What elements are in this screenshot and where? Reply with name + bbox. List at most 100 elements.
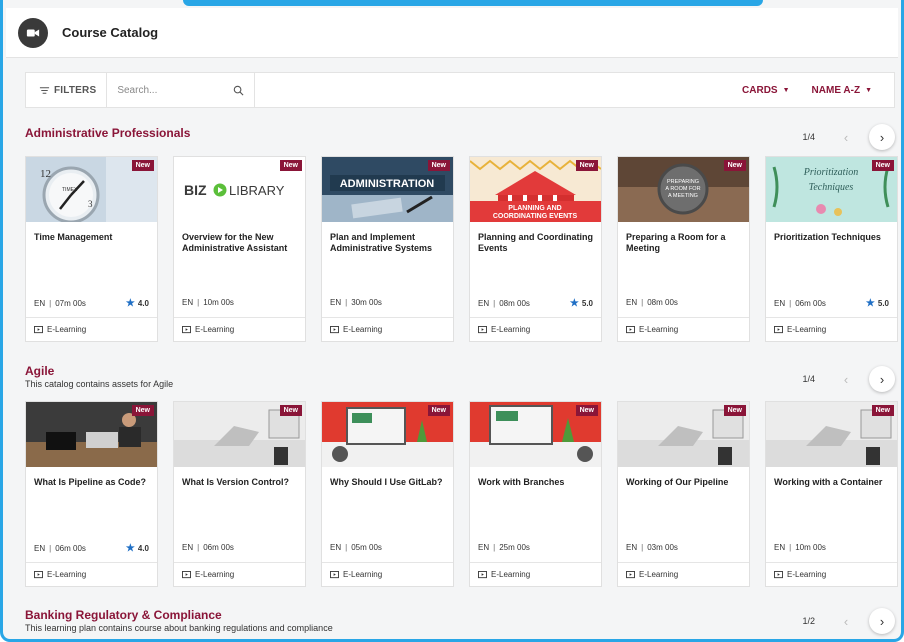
svg-text:COORDINATING EVENTS: COORDINATING EVENTS [493, 213, 578, 220]
course-card[interactable]: New What Is Version Control? EN | 06m 00s… [173, 401, 306, 587]
search-icon[interactable] [233, 85, 244, 96]
course-rating: ★ 4.0 [126, 543, 149, 554]
course-card[interactable]: PLANNING AND COORDINATING EVENTS New Pla… [469, 156, 602, 342]
course-language: EN [182, 543, 194, 552]
section-pager: 1/4 ‹ › [802, 366, 895, 392]
elearning-icon [626, 570, 635, 578]
course-duration: 30m 00s [351, 298, 382, 307]
course-type: E-Learning [174, 317, 305, 341]
new-badge: New [871, 160, 894, 171]
course-card[interactable]: New Why Should I Use GitLab? EN | 05m 00s… [321, 401, 454, 587]
course-rating: ★ 5.0 [866, 298, 889, 309]
course-type: E-Learning [470, 317, 601, 341]
elearning-icon [34, 325, 43, 333]
page-count: 1/4 [802, 374, 815, 384]
course-card[interactable]: ADMINISTRATION New Plan and Implement Ad… [321, 156, 454, 342]
catalog-toolbar: FILTERS CARDS ▼ NAME A-Z ▼ [25, 72, 895, 108]
new-badge: New [723, 405, 746, 416]
new-badge: New [427, 405, 450, 416]
previous-page-button[interactable]: ‹ [833, 608, 859, 634]
course-card[interactable]: 12 TIMEX 3 New Time Management EN | 07m 0… [25, 156, 158, 342]
svg-text:PLANNING AND: PLANNING AND [508, 205, 561, 212]
elearning-icon [774, 325, 783, 333]
filter-icon [39, 86, 50, 94]
course-duration: 06m 00s [795, 299, 826, 308]
section-agile: Agile This catalog contains assets for A… [25, 364, 898, 594]
section-description: This catalog contains assets for Agile [25, 379, 174, 389]
course-type: E-Learning [322, 562, 453, 586]
course-duration: 10m 00s [795, 543, 826, 552]
course-title: Planning and Coordinating Events [478, 232, 593, 253]
page-header: Course Catalog [6, 8, 898, 58]
next-page-button[interactable]: › [869, 608, 895, 634]
course-card[interactable]: BIZ LIBRARY New Overview for the New Adm… [173, 156, 306, 342]
course-title: Prioritization Techniques [774, 232, 881, 242]
star-icon: ★ [569, 298, 579, 309]
course-meta: EN | 06m 00s [182, 543, 234, 552]
section-description: This learning plan contains course about… [25, 623, 333, 633]
previous-page-button[interactable]: ‹ [833, 124, 859, 150]
page-count: 1/2 [802, 616, 815, 626]
elearning-icon [774, 570, 783, 578]
video-camera-icon[interactable] [18, 17, 48, 48]
elearning-icon [478, 570, 487, 578]
elearning-icon [478, 325, 487, 333]
course-card[interactable]: New What Is Pipeline as Code? EN | 06m 00… [25, 401, 158, 587]
course-type: E-Learning [766, 317, 897, 341]
course-language: EN [330, 543, 342, 552]
previous-page-button[interactable]: ‹ [833, 366, 859, 392]
course-type-label: E-Learning [195, 325, 235, 334]
course-language: EN [478, 543, 490, 552]
course-meta: EN | 06m 00s ★ 4.0 [34, 543, 149, 554]
section-title: Agile [25, 364, 55, 378]
course-type-label: E-Learning [787, 325, 827, 334]
course-language: EN [330, 298, 342, 307]
card-row: New What Is Pipeline as Code? EN | 06m 00… [25, 401, 898, 587]
course-meta: EN | 03m 00s [626, 543, 678, 552]
next-page-button[interactable]: › [869, 124, 895, 150]
course-card[interactable]: Prioritization Techniques New Prioritiza… [765, 156, 898, 342]
svg-text:3: 3 [88, 199, 93, 209]
sort-dropdown[interactable]: NAME A-Z ▼ [812, 85, 872, 96]
new-badge: New [131, 405, 154, 416]
section-administrative-professionals: Administrative Professionals 1/4 ‹ › 12 … [25, 124, 898, 346]
course-title: Time Management [34, 232, 113, 242]
course-language: EN [478, 299, 490, 308]
course-type-label: E-Learning [47, 570, 87, 579]
new-badge: New [131, 160, 154, 171]
rating-value: 4.0 [137, 544, 149, 553]
course-meta: EN | 25m 00s [478, 543, 530, 552]
course-card[interactable]: New Working of Our Pipeline EN | 03m 00s … [617, 401, 750, 587]
star-icon: ★ [125, 543, 135, 554]
search-input[interactable] [117, 84, 228, 96]
card-row: 12 TIMEX 3 New Time Management EN | 07m 0… [25, 156, 898, 342]
chevron-down-icon: ▼ [865, 86, 872, 94]
filters-label: FILTERS [54, 84, 97, 96]
course-duration: 08m 00s [647, 298, 678, 307]
course-language: EN [34, 299, 46, 308]
course-type: E-Learning [26, 562, 157, 586]
course-meta: EN | 10m 00s [774, 543, 826, 552]
course-card[interactable]: New Working with a Container EN | 10m 00s… [765, 401, 898, 587]
next-page-button[interactable]: › [869, 366, 895, 392]
svg-text:ADMINISTRATION: ADMINISTRATION [340, 178, 435, 190]
course-duration: 05m 00s [351, 543, 382, 552]
course-card[interactable]: New Work with Branches EN | 25m 00s E-Lea… [469, 401, 602, 587]
new-badge: New [723, 160, 746, 171]
course-type-label: E-Learning [639, 570, 679, 579]
rating-value: 5.0 [581, 299, 593, 308]
course-duration: 06m 00s [203, 543, 234, 552]
course-rating: ★ 4.0 [126, 298, 149, 309]
app-frame: Course Catalog FILTERS CARDS ▼ NAME A-Z … [0, 0, 904, 642]
new-badge: New [279, 160, 302, 171]
filters-button[interactable]: FILTERS [26, 73, 108, 107]
svg-text:12: 12 [40, 168, 51, 180]
new-badge: New [575, 405, 598, 416]
course-type: E-Learning [322, 317, 453, 341]
new-badge: New [871, 405, 894, 416]
course-card[interactable]: PREPARING A ROOM FOR A MEETING New Prepa… [617, 156, 750, 342]
window-tab-accent [183, 0, 763, 6]
view-mode-dropdown[interactable]: CARDS ▼ [742, 85, 790, 96]
course-language: EN [626, 298, 638, 307]
star-icon: ★ [125, 298, 135, 309]
